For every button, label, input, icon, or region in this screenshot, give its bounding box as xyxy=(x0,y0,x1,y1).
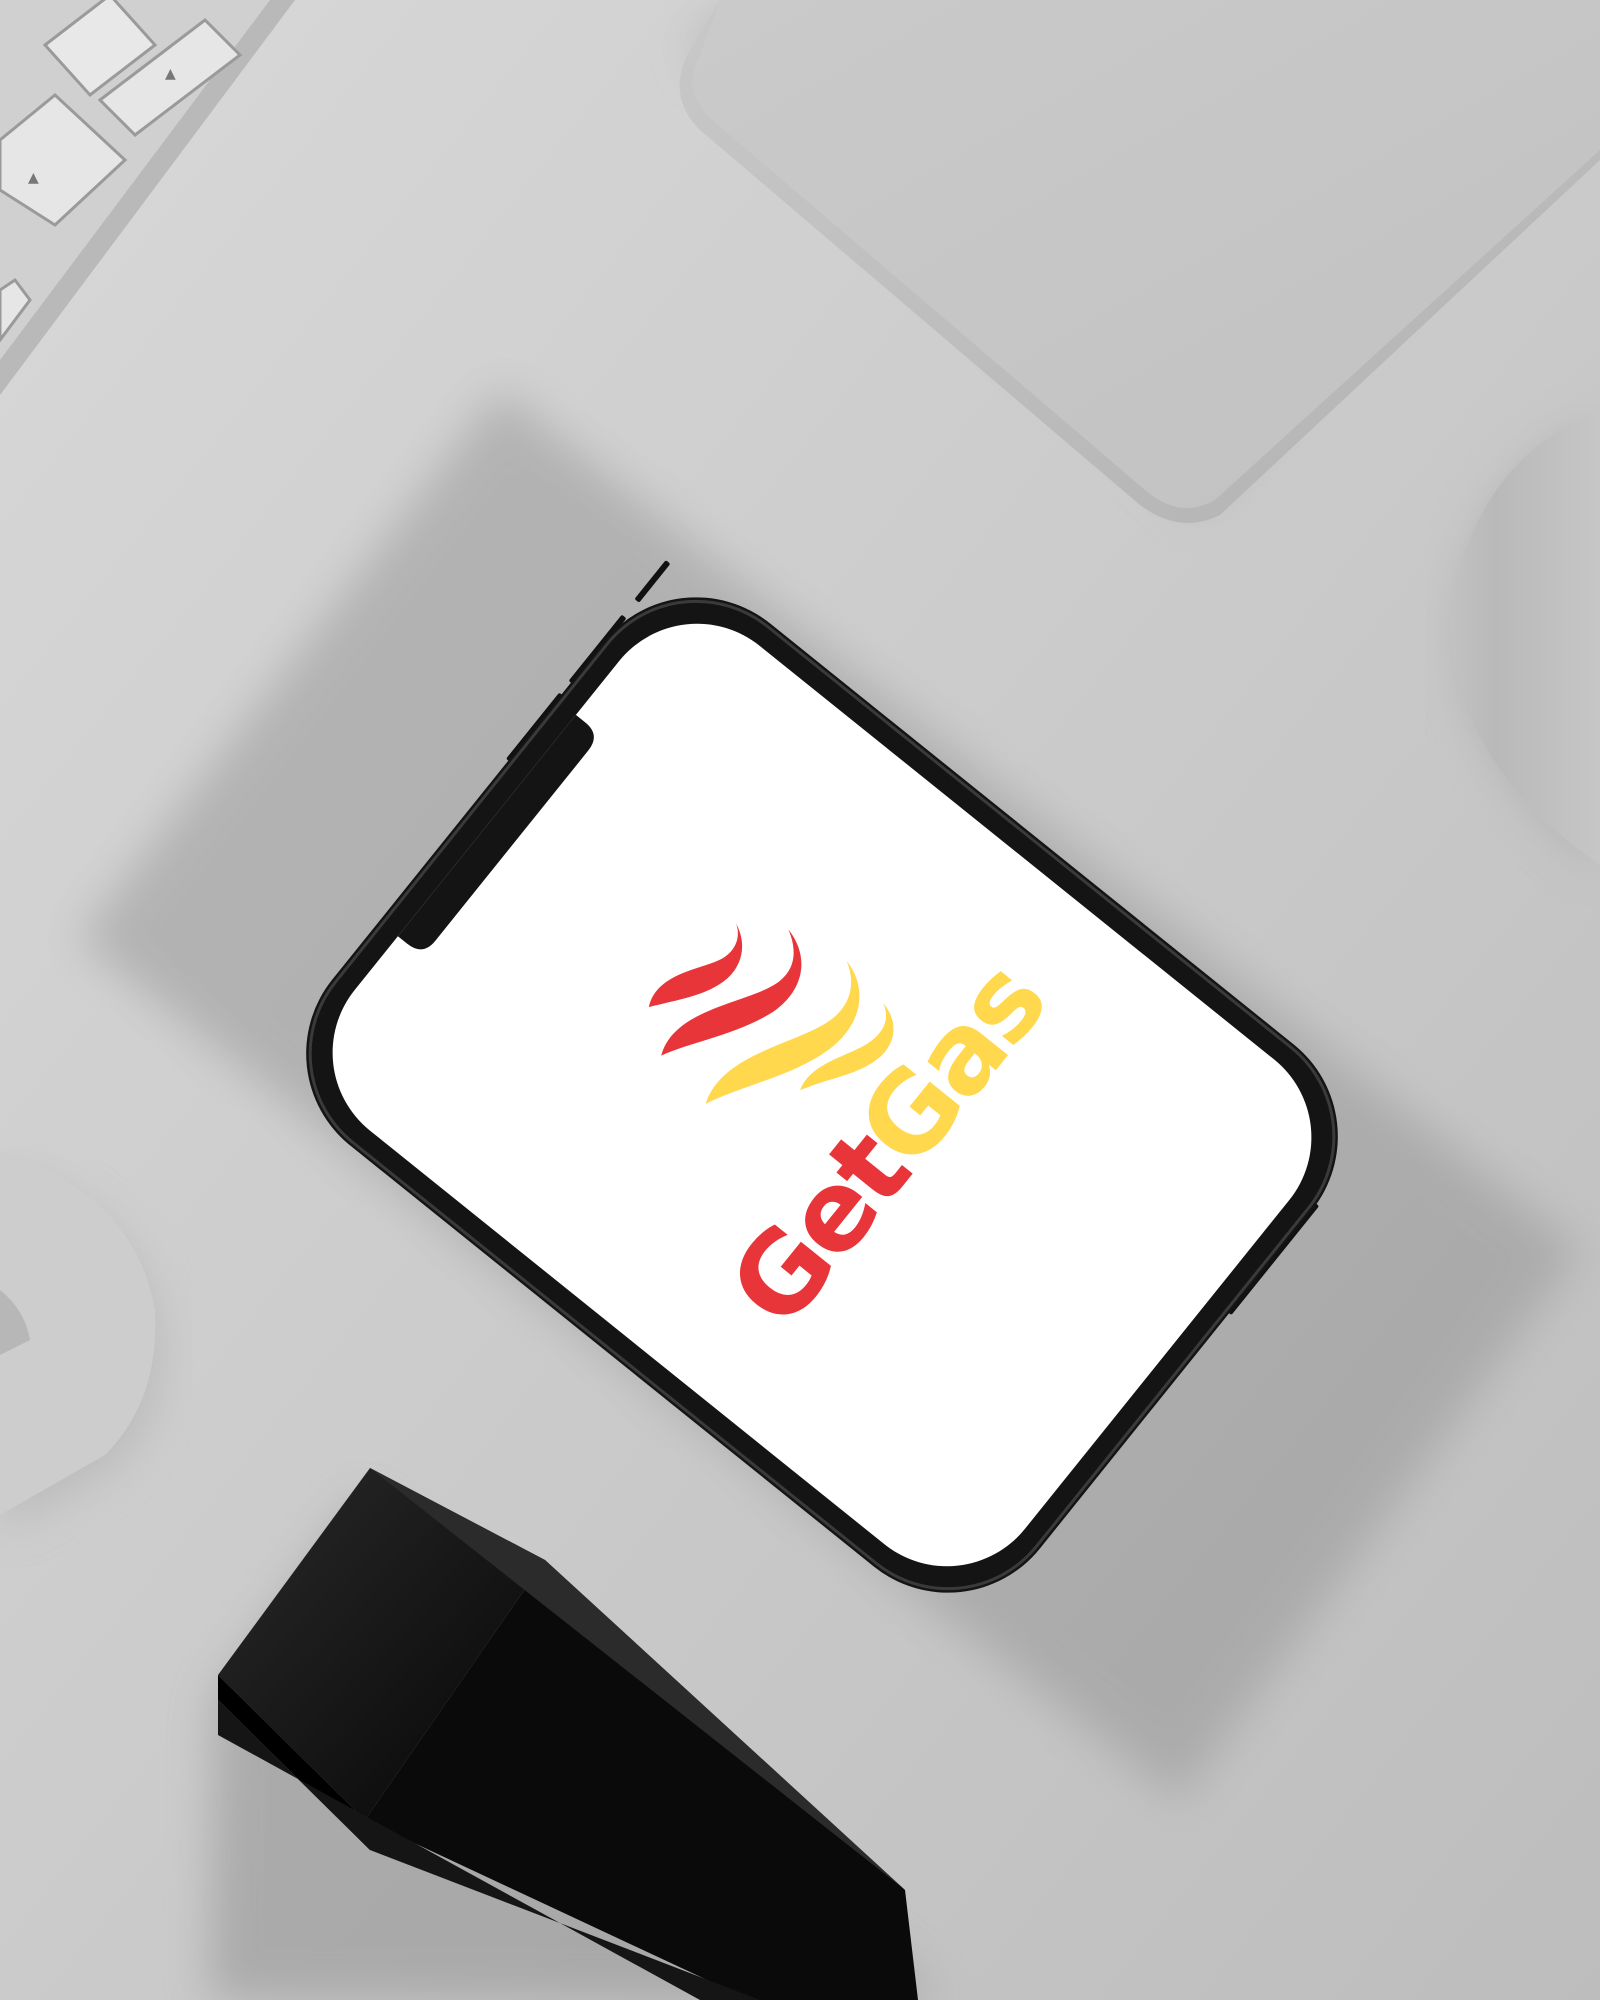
svg-text:▲: ▲ xyxy=(28,170,39,186)
desk-scene: ▲ ▲ GetGas xyxy=(0,0,1600,2000)
svg-text:▲: ▲ xyxy=(165,66,176,82)
